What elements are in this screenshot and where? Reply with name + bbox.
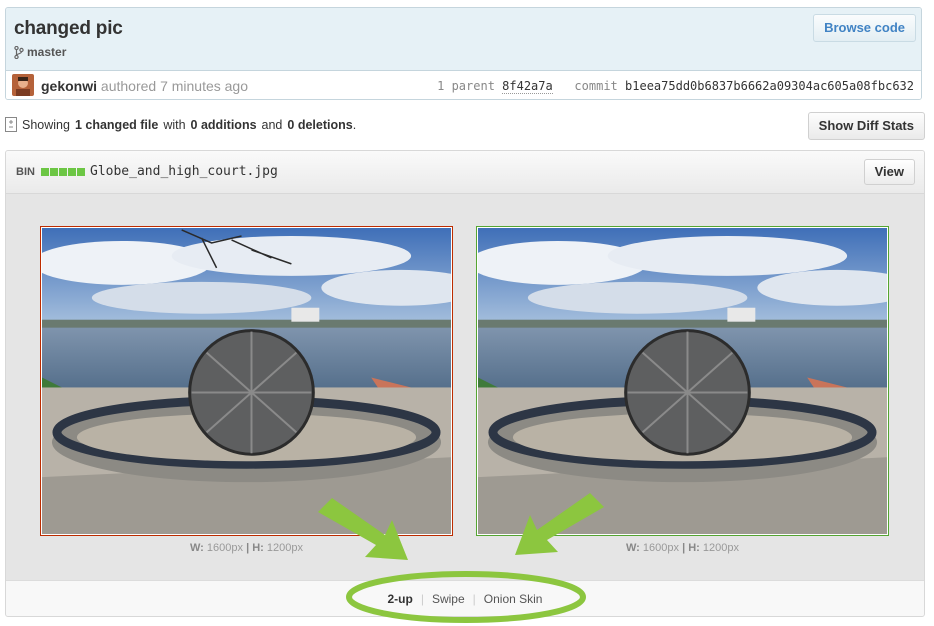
file-name[interactable]: Globe_and_high_court.jpg <box>90 164 278 179</box>
branch-indicator[interactable]: master <box>14 45 66 59</box>
commit-title-area: changed pic master Browse code <box>6 8 921 71</box>
old-image <box>40 226 453 536</box>
file-diff-icon <box>5 117 17 132</box>
summary-and: and <box>261 117 283 132</box>
image-compare-area: W: 1600px | H: 1200px W: 1600px | H: 120… <box>6 194 924 582</box>
view-mode-switcher: 2-up | Swipe | Onion Skin <box>6 580 924 616</box>
parent-label: 1 parent <box>437 79 495 93</box>
view-mode-onion-skin[interactable]: Onion Skin <box>476 592 551 606</box>
file-header: BIN Globe_and_high_court.jpg View <box>6 151 924 194</box>
authored-time: authored 7 minutes ago <box>100 78 249 94</box>
parent-sha-link[interactable]: 8f42a7a <box>502 79 553 94</box>
commit-title: changed pic <box>14 18 123 39</box>
show-diff-stats-button[interactable]: Show Diff Stats <box>807 112 925 140</box>
summary-period: . <box>352 117 357 132</box>
diffstat-blocks <box>41 168 85 176</box>
browse-code-button[interactable]: Browse code <box>813 14 916 42</box>
commit-header: changed pic master Browse code gekonwi a… <box>5 7 922 100</box>
author-name[interactable]: gekonwi <box>41 78 97 94</box>
sha-info: 1 parent 8f42a7a commit b1eea75dd0b6837b… <box>437 79 914 94</box>
commit-sha: b1eea75dd0b6837b6662a09304ac605a08fbc632 <box>625 79 914 93</box>
branch-icon <box>14 45 24 59</box>
commit-meta-row: gekonwi authored 7 minutes ago 1 parent … <box>6 71 921 99</box>
view-file-button[interactable]: View <box>863 159 915 185</box>
diff-summary: Showing 1 changed file with 0 additions … <box>5 117 356 132</box>
summary-showing: Showing <box>22 117 70 132</box>
old-image-dimensions: W: 1600px | H: 1200px <box>190 542 303 554</box>
branch-name: master <box>27 45 67 59</box>
view-mode-swipe[interactable]: Swipe <box>424 592 473 606</box>
author-line: gekonwi authored 7 minutes ago <box>41 78 248 94</box>
avatar[interactable] <box>12 74 34 96</box>
commit-label: commit <box>574 79 618 93</box>
new-image-dimensions: W: 1600px | H: 1200px <box>626 542 739 554</box>
summary-changed-files: 1 changed file <box>74 117 159 132</box>
summary-additions: 0 additions <box>190 117 257 132</box>
view-mode-2up[interactable]: 2-up <box>380 592 421 606</box>
new-image <box>476 226 889 536</box>
file-diff: BIN Globe_and_high_court.jpg View W: 160… <box>5 150 925 617</box>
summary-with: with <box>163 117 186 132</box>
bin-label: BIN <box>16 166 35 178</box>
summary-deletions: 0 deletions <box>287 117 353 132</box>
